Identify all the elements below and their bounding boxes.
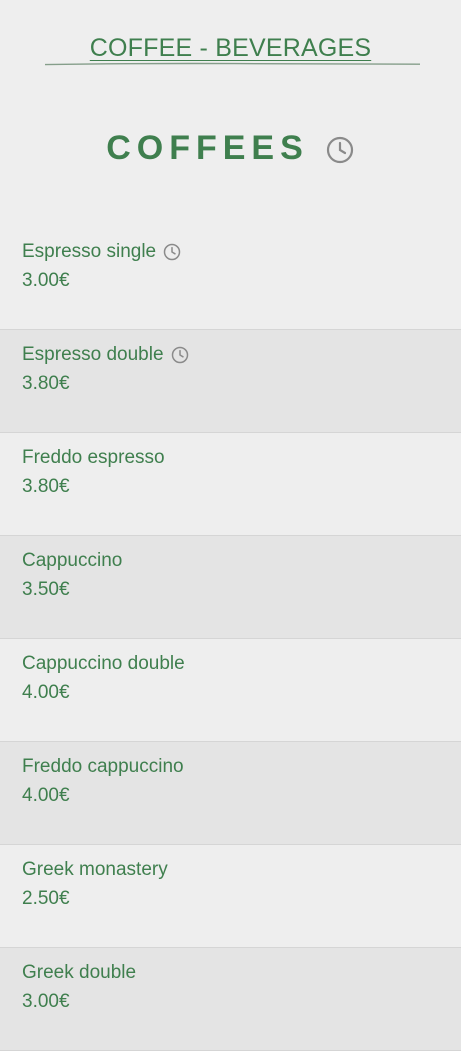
menu-item-price: 3.80€ [22,476,70,497]
menu-item-name: Cappuccino double [22,653,185,674]
menu-item[interactable]: Cappuccino 3.50€ [0,536,461,639]
menu-item-price: 3.80€ [22,373,70,394]
clock-icon [325,135,355,165]
menu-item-name: Espresso single [22,241,157,262]
menu-item-name: Freddo cappuccino [22,756,184,777]
category-title[interactable]: COFFEE - BEVERAGES [0,34,461,63]
menu-item-name: Greek double [22,962,137,983]
menu-item-list: Espresso single 3.00€ Espresso double 3.… [0,227,461,1051]
menu-item[interactable]: Freddo cappuccino 4.00€ [0,742,461,845]
menu-item[interactable]: Greek double 3.00€ [0,948,461,1051]
menu-item-name: Cappuccino [22,550,123,571]
clock-icon [171,346,189,364]
menu-item[interactable]: Espresso double 3.80€ [0,330,461,433]
menu-item-price: 3.00€ [22,991,70,1012]
menu-item-price: 3.00€ [22,270,70,291]
menu-item[interactable]: Freddo espresso 3.80€ [0,433,461,536]
menu-item-name: Espresso double [22,344,164,365]
menu-item-name: Greek monastery [22,859,168,880]
menu-item[interactable]: Espresso single 3.00€ [0,227,461,330]
menu-item[interactable]: Greek monastery 2.50€ [0,845,461,948]
menu-item-price: 4.00€ [22,785,70,806]
menu-item-price: 3.50€ [22,579,70,600]
menu-item-name: Freddo espresso [22,447,165,468]
menu-item-price: 2.50€ [22,888,70,909]
clock-icon [163,243,181,261]
category-header: COFFEE - BEVERAGES [0,0,461,100]
section-title: COFFEES [106,128,309,167]
menu-item[interactable]: Cappuccino double 4.00€ [0,639,461,742]
section-header: COFFEES [0,126,461,170]
menu-item-price: 4.00€ [22,682,70,703]
title-underline-decoration [45,62,420,66]
